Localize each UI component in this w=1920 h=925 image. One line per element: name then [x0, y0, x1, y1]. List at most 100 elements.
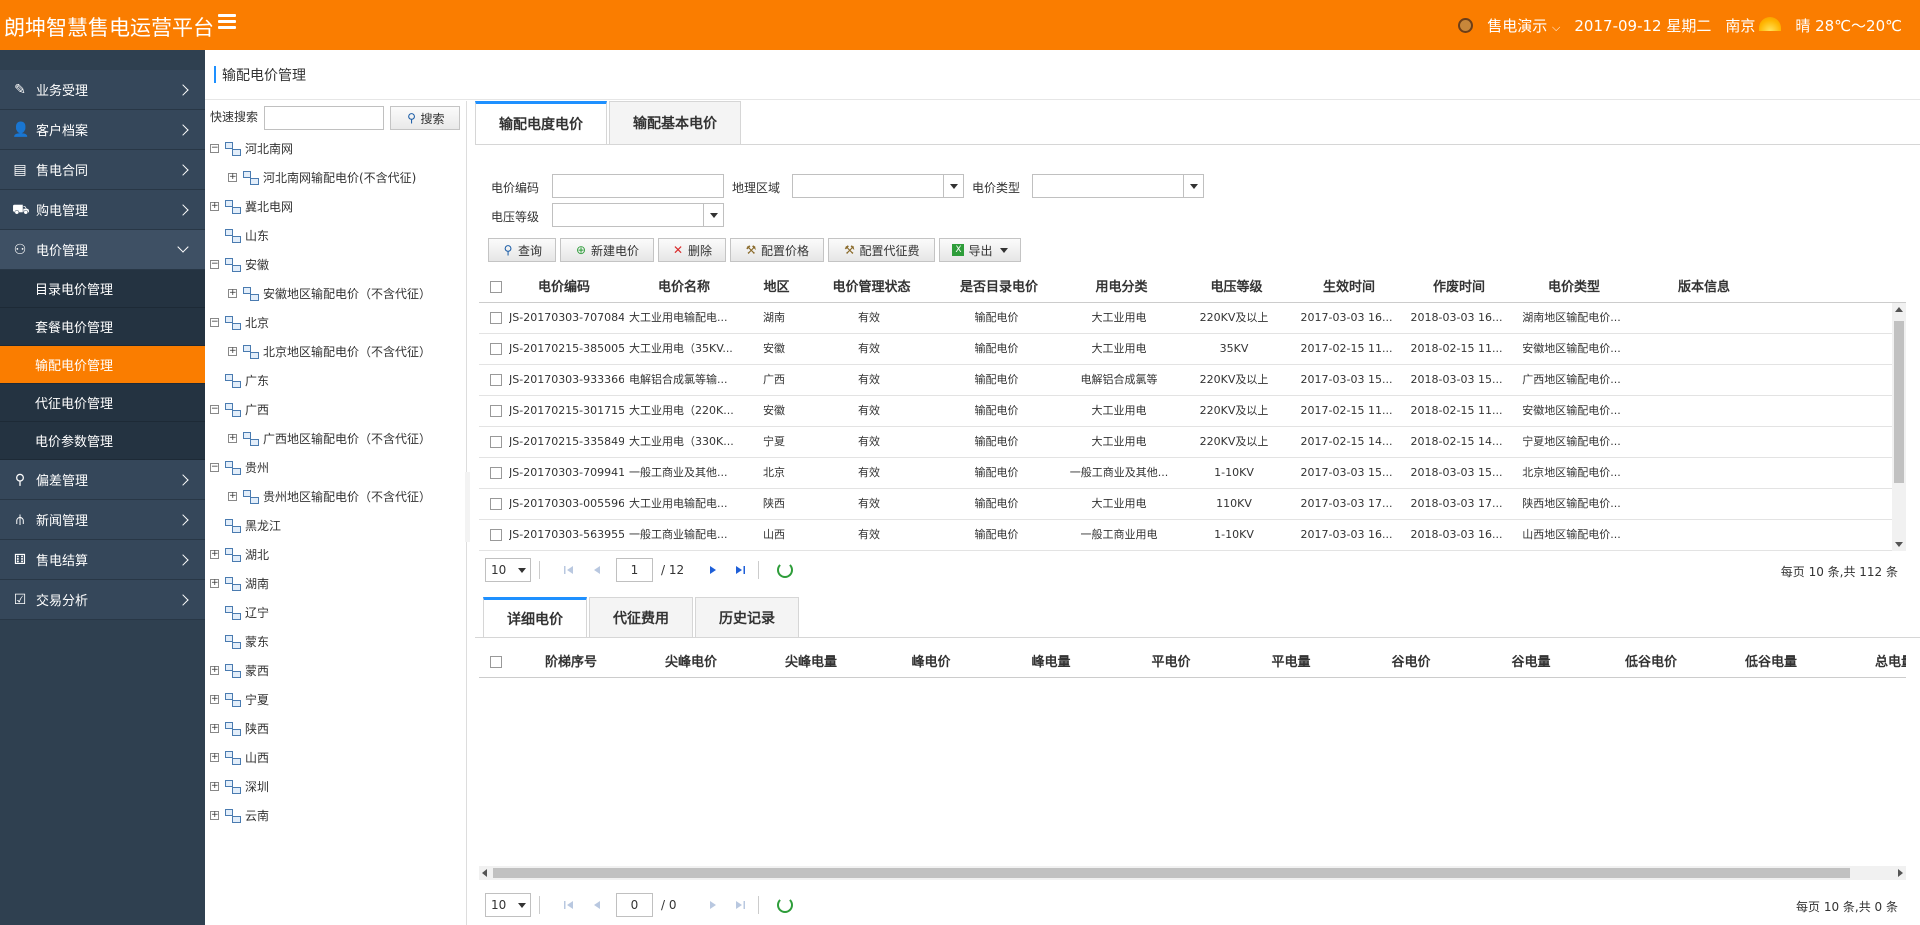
- voltage-select[interactable]: [552, 203, 724, 227]
- detail-column-header[interactable]: 总电量: [1831, 647, 1906, 678]
- tree-node[interactable]: + 冀北电网: [210, 196, 293, 216]
- tree-node[interactable]: − 广西: [210, 399, 269, 419]
- sidebar-item-price[interactable]: ⚇ 电价管理: [0, 230, 205, 270]
- price-type-select[interactable]: [1032, 174, 1204, 198]
- expand-icon[interactable]: +: [228, 491, 237, 501]
- collapse-icon[interactable]: −: [210, 404, 219, 414]
- tree-node[interactable]: + 宁夏: [210, 689, 269, 709]
- sidebar-sub-catalog-price[interactable]: 目录电价管理: [0, 270, 205, 308]
- row-checkbox[interactable]: [490, 467, 502, 479]
- grid-column-header[interactable]: 电价管理状态: [804, 272, 939, 303]
- expand-icon[interactable]: +: [210, 694, 219, 704]
- next-page-icon[interactable]: [707, 564, 719, 576]
- prev-page-icon[interactable]: [591, 899, 603, 911]
- row-checkbox[interactable]: [490, 529, 502, 541]
- grid-column-header[interactable]: 地区: [749, 272, 804, 303]
- tab-basic-price[interactable]: 输配基本电价: [609, 101, 741, 145]
- quick-search-input[interactable]: [264, 106, 384, 130]
- table-row[interactable]: JS-20170215-301715 大工业用电（220K... 安徽 有效 输配电价 大…: [479, 396, 1892, 427]
- tree-node[interactable]: + 北京地区输配电价（不含代征）: [228, 341, 431, 361]
- tree-node[interactable]: − 河北南网: [210, 138, 293, 158]
- first-page-icon[interactable]: [563, 899, 575, 911]
- user-menu[interactable]: 售电演示 ⌵: [1487, 15, 1560, 36]
- grid-column-header[interactable]: 电价编码: [504, 272, 624, 303]
- expand-icon[interactable]: +: [210, 781, 219, 791]
- table-row[interactable]: JS-20170215-385005 大工业用电（35KV... 安徽 有效 输配电价 大…: [479, 334, 1892, 365]
- sidebar-sub-package-price[interactable]: 套餐电价管理: [0, 308, 205, 346]
- tree-node[interactable]: + 湖南: [210, 573, 269, 593]
- new-price-button[interactable]: ⊕ 新建电价: [560, 238, 654, 262]
- table-row[interactable]: JS-20170303-933366 电解铝合成氯等输... 广西 有效 输配电价 电解铝…: [479, 365, 1892, 396]
- region-select[interactable]: [792, 174, 964, 198]
- sidebar-item-settlement[interactable]: ⚅ 售电结算: [0, 540, 205, 580]
- sidebar-item-deviation[interactable]: ⚲ 偏差管理: [0, 460, 205, 500]
- config-fee-button[interactable]: ⚒ 配置代征费: [828, 238, 935, 262]
- row-checkbox[interactable]: [490, 498, 502, 510]
- last-page-icon[interactable]: [734, 899, 746, 911]
- table-row[interactable]: JS-20170303-709941 一般工商业及其他... 北京 有效 输配电价 一般工…: [479, 458, 1892, 489]
- tree-node[interactable]: + 蒙西: [210, 660, 269, 680]
- tree-node[interactable]: + 山西: [210, 747, 269, 767]
- expand-icon[interactable]: +: [210, 752, 219, 762]
- next-page-icon[interactable]: [707, 899, 719, 911]
- detail-column-header[interactable]: 阶梯序号: [511, 647, 631, 678]
- prev-page-icon[interactable]: [591, 564, 603, 576]
- grid-column-header[interactable]: 版本信息: [1639, 272, 1769, 303]
- row-checkbox[interactable]: [490, 343, 502, 355]
- tab-history[interactable]: 历史记录: [695, 597, 799, 638]
- collapse-icon[interactable]: −: [210, 317, 219, 327]
- tree-node[interactable]: 黑龙江: [210, 515, 281, 535]
- grid-column-header[interactable]: 电压等级: [1179, 272, 1294, 303]
- delete-button[interactable]: ✕ 删除: [658, 238, 726, 262]
- tab-kwh-price[interactable]: 输配电度电价: [475, 101, 607, 145]
- detail-column-header[interactable]: 峰电量: [991, 647, 1111, 678]
- detail-column-header[interactable]: 低谷电量: [1711, 647, 1831, 678]
- table-row[interactable]: JS-20170303-005596 大工业用电输配电... 陕西 有效 输配电价 大工业…: [479, 489, 1892, 520]
- grid-column-header[interactable]: 是否目录电价: [934, 272, 1064, 303]
- collapse-icon[interactable]: −: [210, 462, 219, 472]
- tab-levy-fee[interactable]: 代征费用: [589, 597, 693, 638]
- detail-horizontal-scrollbar[interactable]: [479, 866, 1906, 880]
- collapse-icon[interactable]: −: [210, 259, 219, 269]
- expand-icon[interactable]: +: [228, 288, 237, 298]
- tree-node[interactable]: 山东: [210, 225, 269, 245]
- expand-icon[interactable]: +: [210, 665, 219, 675]
- tree-node[interactable]: + 云南: [210, 805, 269, 825]
- tree-node[interactable]: − 安徽: [210, 254, 269, 274]
- detail-column-header[interactable]: 谷电量: [1471, 647, 1591, 678]
- expand-icon[interactable]: +: [228, 433, 237, 443]
- tree-node[interactable]: + 广西地区输配电价（不含代征）: [228, 428, 431, 448]
- detail-column-header[interactable]: 低谷电价: [1591, 647, 1711, 678]
- refresh-icon[interactable]: [777, 897, 793, 913]
- expand-icon[interactable]: +: [210, 723, 219, 733]
- expand-icon[interactable]: +: [210, 578, 219, 588]
- grid-column-header[interactable]: 电价类型: [1509, 272, 1639, 303]
- panel-collapse-handle[interactable]: [465, 472, 470, 542]
- expand-icon[interactable]: +: [228, 346, 237, 356]
- search-button[interactable]: ⚲ 搜索: [390, 106, 460, 130]
- sidebar-item-news[interactable]: ⫛ 新闻管理: [0, 500, 205, 540]
- row-checkbox[interactable]: [490, 436, 502, 448]
- grid-column-header[interactable]: 电价名称: [624, 272, 744, 303]
- row-checkbox[interactable]: [490, 374, 502, 386]
- expand-icon[interactable]: +: [210, 549, 219, 559]
- grid-vertical-scrollbar[interactable]: [1892, 303, 1906, 551]
- tree-node[interactable]: + 安徽地区输配电价（不含代征）: [228, 283, 431, 303]
- tree-node[interactable]: + 陕西: [210, 718, 269, 738]
- page-number-input[interactable]: 1: [616, 558, 653, 582]
- tab-detail-price[interactable]: 详细电价: [483, 597, 587, 638]
- detail-column-header[interactable]: 尖峰电量: [751, 647, 871, 678]
- detail-page-size-select[interactable]: 10: [485, 893, 531, 917]
- tree-node[interactable]: + 深圳: [210, 776, 269, 796]
- query-button[interactable]: ⚲ 查询: [488, 238, 556, 262]
- grid-column-header[interactable]: 作废时间: [1404, 272, 1514, 303]
- grid-column-header[interactable]: 生效时间: [1294, 272, 1404, 303]
- price-code-input[interactable]: [552, 174, 724, 198]
- detail-select-all-checkbox[interactable]: [490, 656, 502, 668]
- tree-node[interactable]: 蒙东: [210, 631, 269, 651]
- menu-toggle-icon[interactable]: [218, 14, 236, 30]
- table-row[interactable]: JS-20170215-335849 大工业用电（330K... 宁夏 有效 输配电价 大…: [479, 427, 1892, 458]
- sidebar-item-customers[interactable]: 👤 客户档案: [0, 110, 205, 150]
- tree-node[interactable]: + 贵州地区输配电价（不含代征）: [228, 486, 431, 506]
- tree-node[interactable]: + 湖北: [210, 544, 269, 564]
